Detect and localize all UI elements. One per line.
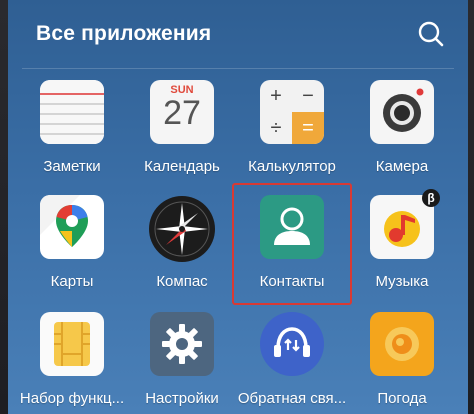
app-notes[interactable]: Заметки <box>22 80 122 198</box>
app-maps[interactable]: Карты <box>22 195 122 313</box>
app-label: Компас <box>156 273 208 290</box>
app-calculator[interactable]: + − ÷ = Калькулятор <box>242 80 342 198</box>
app-label: Набор функц... <box>19 390 125 407</box>
beta-badge: β <box>422 189 440 207</box>
weather-icon <box>370 312 434 376</box>
calculator-icon: + − ÷ = <box>260 80 324 144</box>
app-grid: Заметки SUN 27 Календарь + − ÷ = Калькул… <box>0 0 474 414</box>
calc-key-minus: − <box>302 84 314 107</box>
app-settings[interactable]: Настройки <box>132 312 232 414</box>
calendar-icon: SUN 27 <box>150 80 214 144</box>
app-feedback[interactable]: Обратная свя... <box>238 312 346 414</box>
music-icon: β <box>370 189 440 259</box>
app-camera[interactable]: Камера <box>352 80 452 198</box>
app-weather[interactable]: Погода <box>352 312 452 414</box>
notes-icon <box>40 80 104 144</box>
calc-key-divide: ÷ <box>270 116 282 139</box>
camera-icon <box>370 80 434 144</box>
feedback-icon <box>260 312 324 376</box>
app-label: Заметки <box>43 158 101 175</box>
settings-icon <box>150 312 214 376</box>
compass-icon <box>148 195 216 263</box>
app-label: Настройки <box>145 390 219 407</box>
selection-highlight <box>232 183 352 305</box>
app-label: Калькулятор <box>248 158 336 175</box>
calendar-day: 27 <box>163 94 201 132</box>
app-label: Календарь <box>144 158 220 175</box>
calc-key-equals: = <box>292 112 324 144</box>
app-music[interactable]: β Музыка <box>352 189 452 313</box>
app-sim-toolkit[interactable]: Набор функц... <box>19 312 125 414</box>
app-label: Обратная свя... <box>237 390 347 407</box>
app-calendar[interactable]: SUN 27 Календарь <box>132 80 232 198</box>
app-label: Музыка <box>375 273 429 290</box>
app-label: Карты <box>50 273 94 290</box>
app-label: Погода <box>377 390 427 407</box>
calc-key-plus: + <box>270 84 282 107</box>
sim-toolkit-icon <box>40 312 104 376</box>
maps-icon <box>40 195 104 259</box>
app-label: Камера <box>375 158 429 175</box>
app-compass[interactable]: Компас <box>132 195 232 313</box>
